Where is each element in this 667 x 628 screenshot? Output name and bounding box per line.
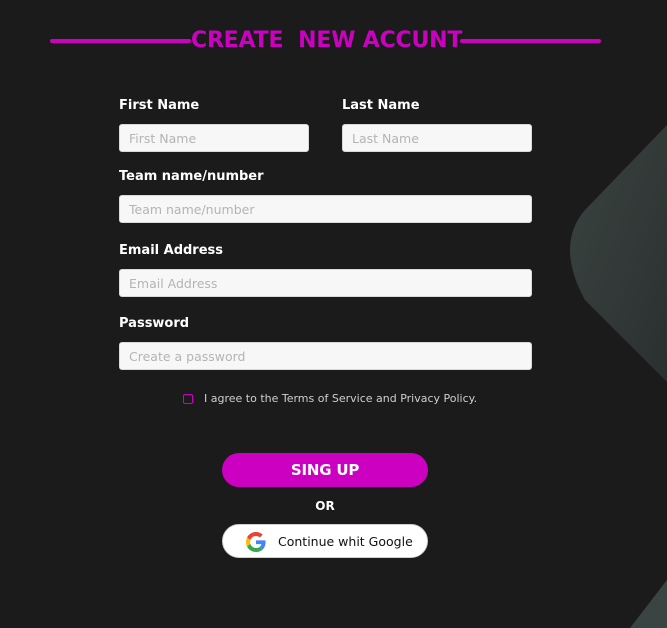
google-button-label: Continue whit Google [278,534,413,549]
signup-button[interactable]: SING UP [222,453,428,487]
email-field[interactable] [119,269,532,297]
password-field[interactable] [119,342,532,370]
terms-agreement: I agree to the Terms of Service and Priv… [183,391,477,407]
checkbox-icon[interactable] [183,394,193,404]
team-label: Team name/number [119,169,264,184]
page-header: CREATE NEW ACCUNT [50,27,601,55]
or-divider: OR [315,499,335,513]
last-name-label: Last Name [342,98,420,113]
password-label: Password [119,316,190,331]
email-label: Email Address [119,243,224,258]
first-name-field[interactable] [119,124,309,152]
team-field[interactable] [119,195,532,223]
google-logo-icon [246,532,266,552]
first-name-label: First Name [119,98,200,113]
header-line-right [460,39,601,43]
header-line-left [50,39,191,43]
google-signin-button[interactable]: Continue whit Google [222,524,428,558]
page-title: CREATE NEW ACCUNT [191,28,463,53]
terms-text: I agree to the Terms of Service and Priv… [204,392,478,405]
last-name-field[interactable] [342,124,532,152]
